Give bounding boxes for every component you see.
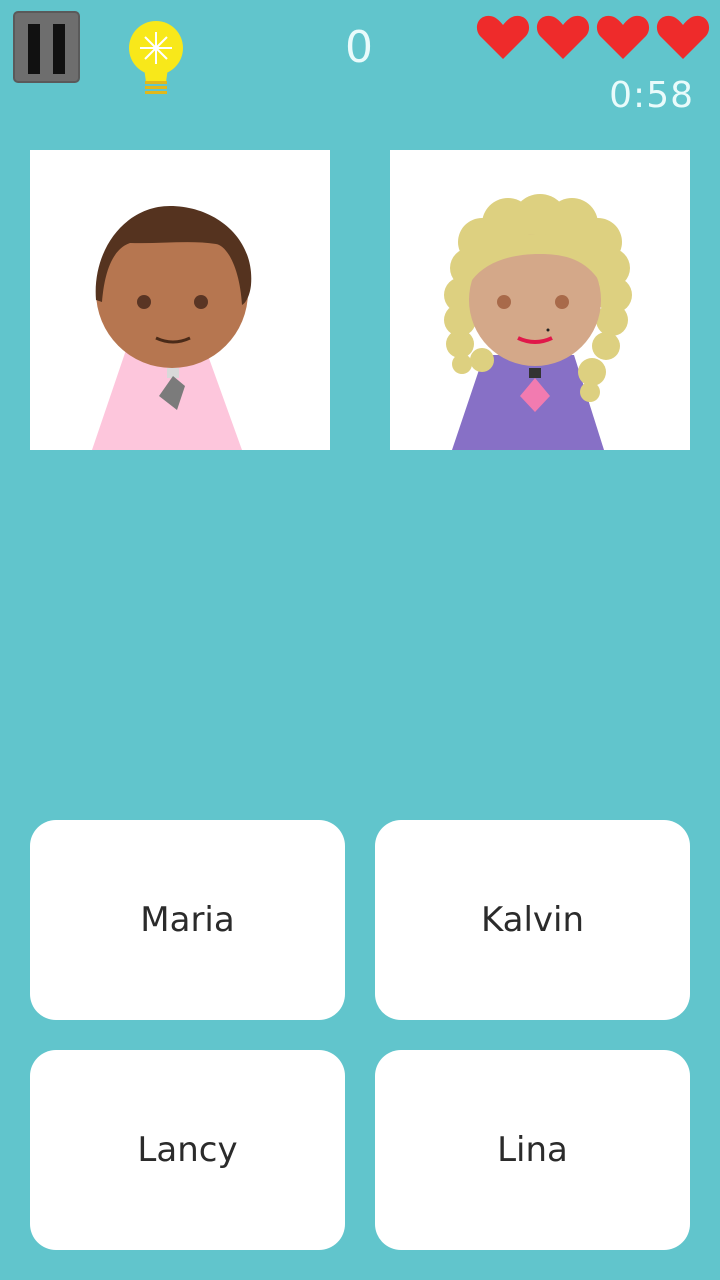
answer-option-4[interactable]: Lina bbox=[375, 1050, 690, 1250]
hint-button[interactable] bbox=[124, 18, 188, 98]
character-card-girl[interactable] bbox=[390, 150, 690, 450]
girl-avatar-illustration bbox=[444, 194, 632, 450]
answer-option-3[interactable]: Lancy bbox=[30, 1050, 345, 1250]
heart-icon bbox=[476, 15, 530, 59]
answer-option-1[interactable]: Maria bbox=[30, 820, 345, 1020]
heart-icon bbox=[656, 15, 710, 59]
character-card-boy[interactable] bbox=[30, 150, 330, 450]
pause-button[interactable] bbox=[13, 11, 80, 83]
lives-indicator bbox=[476, 14, 710, 60]
lightbulb-icon bbox=[129, 21, 183, 94]
heart-icon bbox=[596, 15, 650, 59]
answer-option-2[interactable]: Kalvin bbox=[375, 820, 690, 1020]
score-counter: 0 bbox=[345, 22, 373, 73]
pause-icon bbox=[28, 24, 40, 74]
heart-icon bbox=[536, 15, 590, 59]
boy-avatar-illustration bbox=[92, 206, 252, 450]
countdown-timer: 0:58 bbox=[609, 75, 694, 116]
